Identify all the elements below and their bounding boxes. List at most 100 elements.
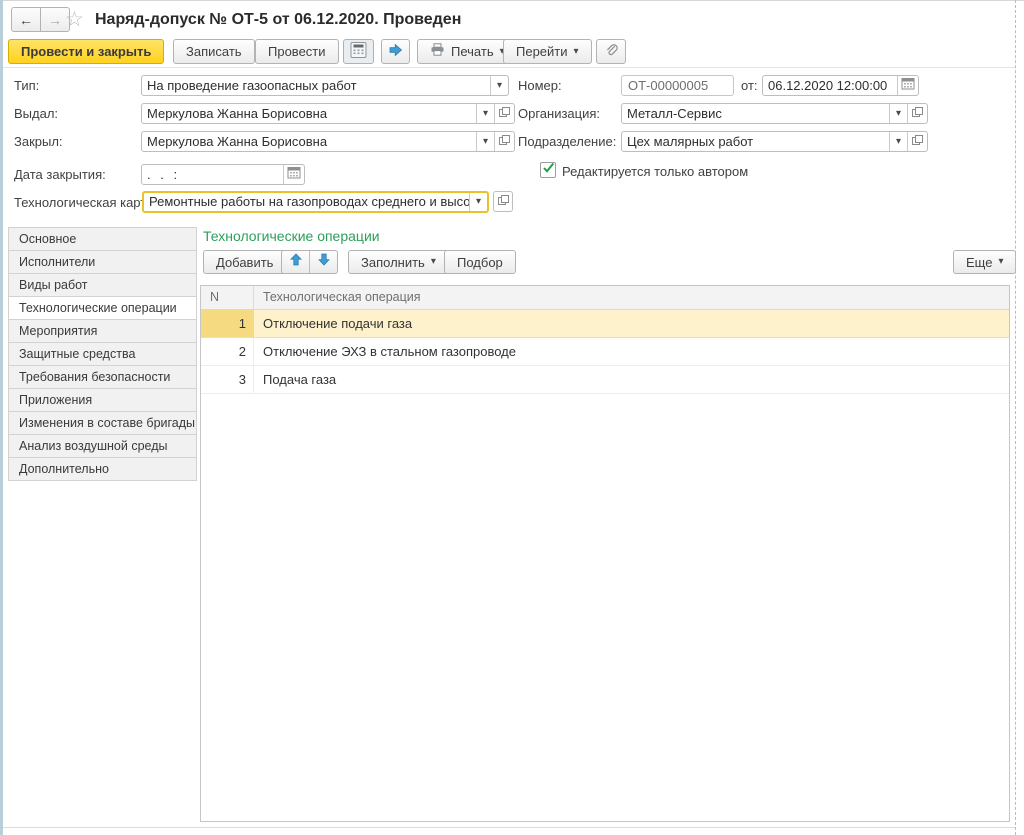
number-field[interactable]: ОТ-00000005 <box>621 75 734 96</box>
post-label: Провести <box>268 44 326 59</box>
favorite-star-icon[interactable]: ☆ <box>65 7 84 32</box>
more-dropdown-caret-icon: ▾ <box>998 256 1004 267</box>
sidebar-item-executors[interactable]: Исполнители <box>8 250 197 274</box>
sidebar-item-additional[interactable]: Дополнительно <box>8 457 197 481</box>
organization-field[interactable]: Металл-Сервис ▾ <box>621 103 928 124</box>
toolbar-separator <box>3 67 1015 68</box>
sidebar-item-protective-equipment[interactable]: Защитные средства <box>8 342 197 366</box>
form-sections-sidebar: Основное Исполнители Виды работ Технолог… <box>8 227 197 481</box>
navigate-dropdown-caret-icon: ▾ <box>573 45 579 57</box>
sidebar-item-air-analysis[interactable]: Анализ воздушной среды <box>8 434 197 458</box>
blue-right-arrow-icon <box>388 43 403 60</box>
window-top-border <box>0 0 1024 1</box>
issued-by-field[interactable]: Меркулова Жанна Борисовна ▾ <box>141 103 515 124</box>
dropdown-caret-icon: ▾ <box>482 135 489 147</box>
operations-section-title: Технологические операции <box>203 228 380 244</box>
open-record-icon <box>911 105 924 123</box>
tech-card-open-button[interactable] <box>493 191 513 212</box>
tech-card-dropdown-button[interactable]: ▾ <box>469 193 487 211</box>
document-date-field[interactable]: 06.12.2020 12:00:00 <box>762 75 919 96</box>
work-permit-window: ← → ☆ Наряд-допуск № ОТ-5 от 06.12.2020.… <box>0 0 1024 835</box>
department-dropdown-button[interactable]: ▾ <box>889 132 907 151</box>
sidebar-item-safety-requirements[interactable]: Требования безопасности <box>8 365 197 389</box>
closed-by-dropdown-button[interactable]: ▾ <box>476 132 494 151</box>
sidebar-item-main[interactable]: Основное <box>8 227 197 251</box>
add-row-label: Добавить <box>216 254 274 270</box>
sidebar-item-work-types[interactable]: Виды работ <box>8 273 197 297</box>
issued-by-dropdown-button[interactable]: ▾ <box>476 104 494 123</box>
write-button[interactable]: Записать <box>173 39 255 64</box>
back-button[interactable]: ← <box>11 7 41 32</box>
page-title: Наряд-допуск № ОТ-5 от 06.12.2020. Прове… <box>95 11 462 28</box>
navigate-label: Перейти <box>516 44 568 59</box>
column-header-n[interactable]: N <box>201 286 254 309</box>
type-dropdown-button[interactable]: ▾ <box>490 76 508 95</box>
organization-open-button[interactable] <box>907 104 927 123</box>
dropdown-caret-icon: ▾ <box>895 135 902 147</box>
author-only-checkbox[interactable] <box>540 162 556 178</box>
move-down-button[interactable] <box>309 251 337 273</box>
number-label: Номер: <box>518 78 562 93</box>
dropdown-caret-icon: ▾ <box>496 79 503 91</box>
organization-dropdown-button[interactable]: ▾ <box>889 104 907 123</box>
pick-button[interactable]: Подбор <box>444 250 516 274</box>
more-label: Еще <box>966 254 993 270</box>
more-button[interactable]: Еще ▾ <box>953 250 1017 274</box>
navigate-button[interactable]: Перейти ▾ <box>503 39 592 64</box>
dropdown-caret-icon: ▾ <box>475 196 482 207</box>
type-value: На проведение газоопасных работ <box>147 78 357 93</box>
operations-table-header: N Технологическая операция <box>201 286 1009 310</box>
post-document-button[interactable] <box>381 39 410 64</box>
organization-label: Организация: <box>518 106 601 121</box>
sidebar-item-attachments[interactable]: Приложения <box>8 388 197 412</box>
post-and-close-label: Провести и закрыть <box>21 44 152 59</box>
register-records-button[interactable] <box>343 39 374 64</box>
row-operation: Отключение подачи газа <box>263 316 413 331</box>
tech-card-field[interactable]: Ремонтные работы на газопроводах среднег… <box>142 191 489 213</box>
department-open-button[interactable] <box>907 132 927 151</box>
table-row[interactable]: 3 Подача газа <box>201 366 1009 394</box>
type-label: Тип: <box>14 78 40 93</box>
attachments-button[interactable] <box>596 39 626 64</box>
paperclip-icon <box>604 43 619 61</box>
author-only-label: Редактируется только автором <box>562 164 749 179</box>
close-date-calendar-button[interactable] <box>283 165 304 184</box>
department-field[interactable]: Цех малярных работ ▾ <box>621 131 928 152</box>
close-date-label: Дата закрытия: <box>14 167 106 182</box>
type-field[interactable]: На проведение газоопасных работ ▾ <box>141 75 509 96</box>
fill-dropdown-caret-icon: ▾ <box>430 256 436 267</box>
open-record-icon <box>497 193 510 211</box>
write-label: Записать <box>186 44 242 59</box>
check-icon <box>542 161 555 179</box>
open-record-icon <box>498 105 511 123</box>
closed-by-value: Меркулова Жанна Борисовна <box>147 134 328 149</box>
post-button[interactable]: Провести <box>255 39 339 64</box>
document-date-value: 06.12.2020 12:00:00 <box>768 78 888 93</box>
row-number: 1 <box>201 310 254 337</box>
document-date-calendar-button[interactable] <box>897 76 918 95</box>
post-and-close-button[interactable]: Провести и закрыть <box>8 39 165 64</box>
row-operation: Подача газа <box>263 372 337 387</box>
open-record-icon <box>498 133 511 151</box>
column-header-operation[interactable]: Технологическая операция <box>254 286 421 309</box>
back-icon: ← <box>19 11 33 28</box>
closed-by-open-button[interactable] <box>494 132 514 151</box>
date-from-label: от: <box>741 78 758 93</box>
move-up-button[interactable] <box>282 251 309 273</box>
closed-by-field[interactable]: Меркулова Жанна Борисовна ▾ <box>141 131 515 152</box>
window-right-splitter[interactable] <box>1015 0 1016 835</box>
calendar-icon <box>901 77 915 95</box>
close-date-field[interactable]: . . : <box>141 164 305 185</box>
fill-button[interactable]: Заполнить ▾ <box>348 250 449 274</box>
table-row[interactable]: 1 Отключение подачи газа <box>201 310 1009 338</box>
fill-label: Заполнить <box>361 254 425 270</box>
add-row-button[interactable]: Добавить <box>203 250 287 274</box>
blue-down-arrow-icon <box>317 253 330 271</box>
sidebar-item-measures[interactable]: Мероприятия <box>8 319 197 343</box>
sidebar-item-brigade-changes[interactable]: Изменения в составе бригады <box>8 411 197 435</box>
window-left-border <box>0 0 3 835</box>
row-number: 2 <box>201 338 254 365</box>
table-row[interactable]: 2 Отключение ЭХЗ в стальном газопроводе <box>201 338 1009 366</box>
issued-by-open-button[interactable] <box>494 104 514 123</box>
sidebar-item-tech-operations[interactable]: Технологические операции <box>8 296 197 320</box>
